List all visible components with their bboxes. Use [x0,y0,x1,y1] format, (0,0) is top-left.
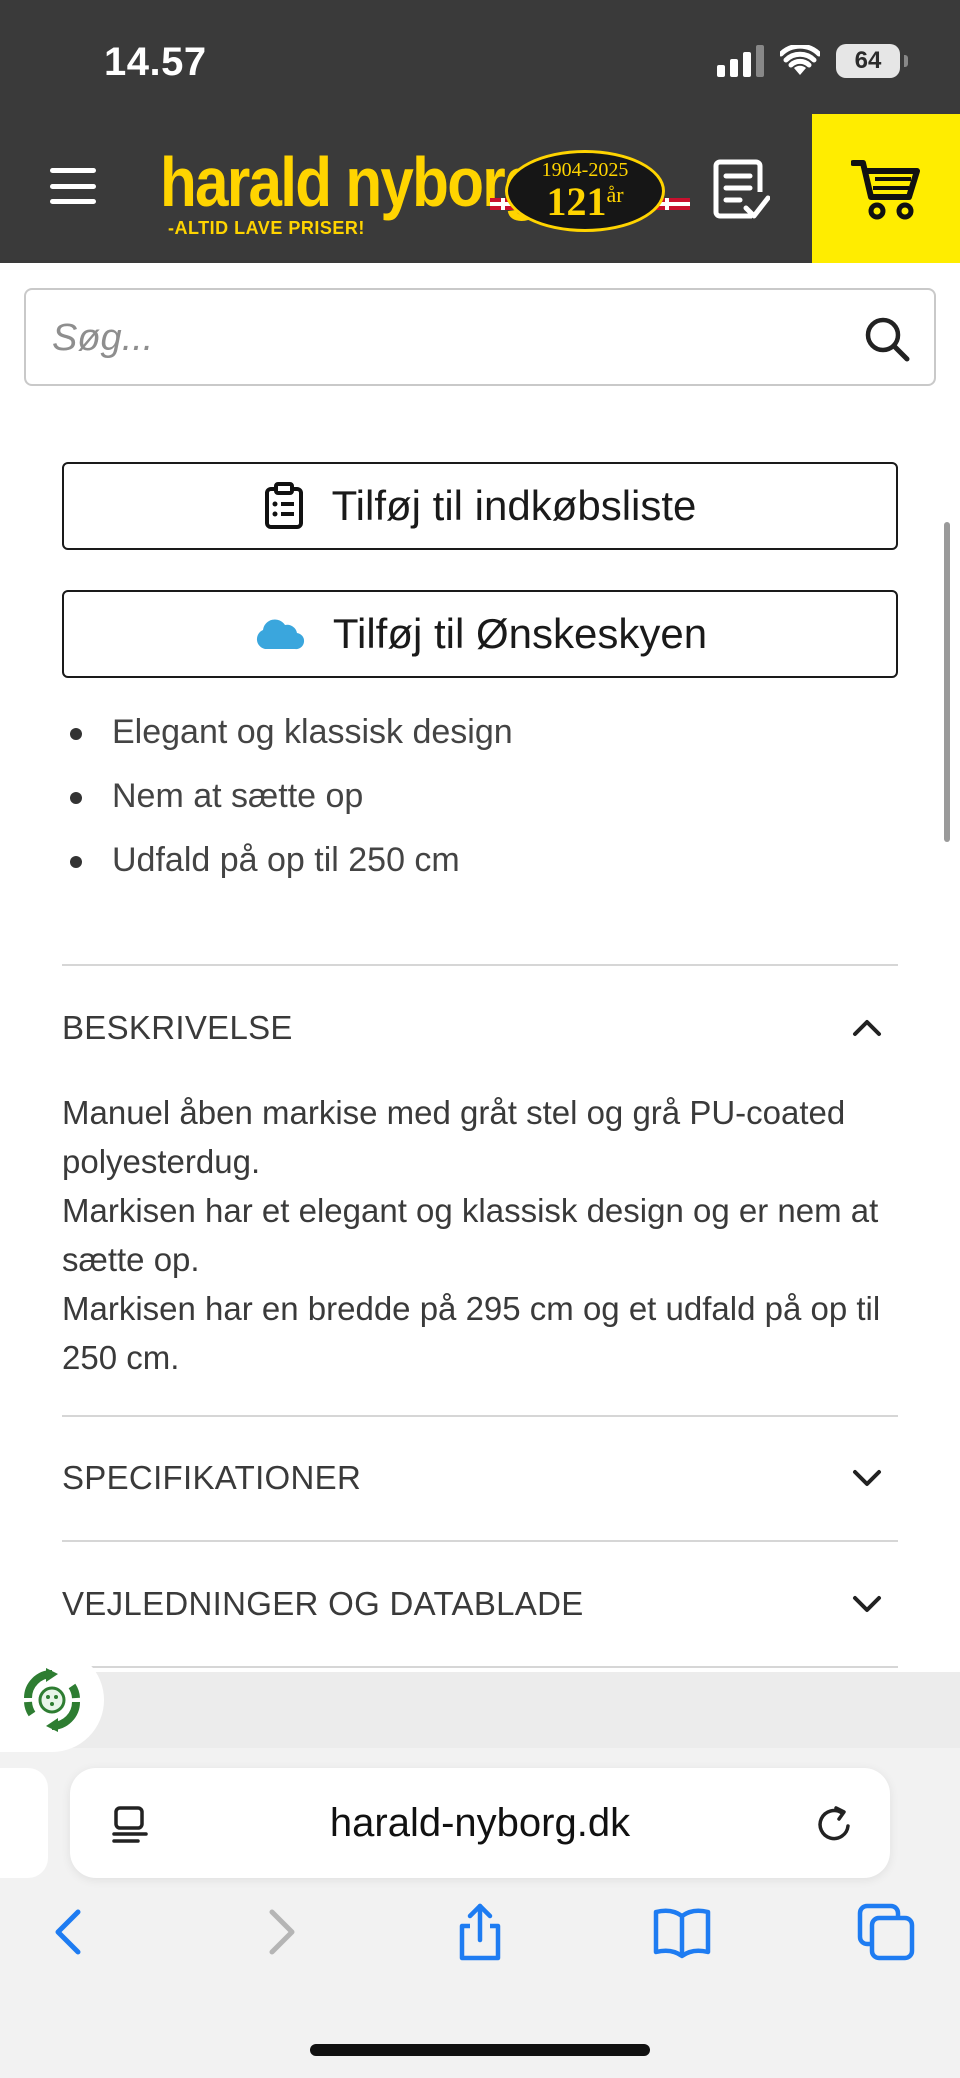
recycle-badge[interactable] [0,1648,104,1752]
wifi-icon [780,45,820,75]
list-item: Nem at sætte op [62,764,513,828]
add-to-shopping-list-button[interactable]: Tilføj til indkøbsliste [62,462,898,550]
list-item: Udfald på op til 250 cm [62,828,513,892]
description-paragraph: Manuel åben markise med gråt stel og grå… [62,1094,846,1180]
scrollbar[interactable] [944,522,950,842]
specifications-title: SPECIFIKATIONER [62,1459,362,1496]
chevron-down-icon [853,1596,881,1612]
bookmarks-icon[interactable] [652,1902,712,1962]
chevron-up-icon [853,1020,881,1036]
anniversary-badge: 1904-2025 121år [505,150,665,232]
address-bar[interactable]: harald-nyborg.dk [70,1768,890,1878]
wishlist-label: Tilføj til Ønskeskyen [332,610,708,657]
feature-list: Elegant og klassisk design Nem at sætte … [62,700,513,892]
accordion-specifications-header[interactable]: SPECIFIKATIONER [62,1448,898,1508]
home-indicator [310,2044,650,2056]
status-icons: 64 [717,44,908,78]
divider [62,1415,898,1417]
search-bar [24,288,936,386]
previous-tab-preview[interactable] [0,1768,48,1878]
list-item: Elegant og klassisk design [62,700,513,764]
description-title: BESKRIVELSE [62,1009,293,1046]
clipboard-list-icon [264,482,303,529]
page-footer-strip [0,1672,960,1748]
forward-icon[interactable] [248,1902,308,1962]
guides-title: VEJLEDNINGER OG DATABLADE [62,1585,584,1622]
cellular-signal-icon [717,45,764,77]
back-icon[interactable] [42,1902,102,1962]
search-input[interactable] [52,310,832,366]
search-icon[interactable] [862,314,912,364]
recycle-icon [24,1668,80,1732]
accordion-guides-header[interactable]: VEJLEDNINGER OG DATABLADE [62,1574,898,1634]
description-paragraph: Markisen har en bredde på 295 cm og et u… [62,1290,881,1376]
battery-icon: 64 [836,44,908,78]
share-icon[interactable] [450,1902,510,1962]
shopping-list-icon[interactable] [712,158,770,224]
brand-logo[interactable]: harald nyborg -ALTID LAVE PRISER! 1904-2… [160,142,690,242]
browser-nav-bar [0,1902,960,1982]
logo-name: harald nyborg [160,143,541,221]
browser-toolbar: harald-nyborg.dk [0,1672,960,2078]
site-header: 14.57 64 harald nyborg -ALTID LAVE PRISE… [0,0,960,263]
reload-icon[interactable] [812,1802,856,1846]
logo-tagline: -ALTID LAVE PRISER! [168,218,365,238]
badge-number: 121 [546,179,607,224]
divider [62,1540,898,1542]
divider [62,1666,898,1668]
shopping-list-label: Tilføj til indkøbsliste [331,482,697,529]
badge-suffix: år [606,182,624,207]
divider [62,964,898,966]
description-paragraph: Markisen har et elegant og klassisk desi… [62,1192,879,1278]
cloud-icon [256,619,304,650]
chevron-down-icon [853,1470,881,1486]
menu-icon[interactable] [50,168,96,204]
cart-icon [851,159,920,219]
url-text: harald-nyborg.dk [329,1801,631,1845]
accordion-description-header[interactable]: BESKRIVELSE [62,998,898,1058]
cart-button[interactable] [812,114,960,263]
description-body: Manuel åben markise med gråt stel og grå… [62,1088,898,1382]
status-time: 14.57 [104,40,207,84]
tabs-icon[interactable] [856,1902,916,1962]
add-to-wishlist-button[interactable]: Tilføj til Ønskeskyen [62,590,898,678]
